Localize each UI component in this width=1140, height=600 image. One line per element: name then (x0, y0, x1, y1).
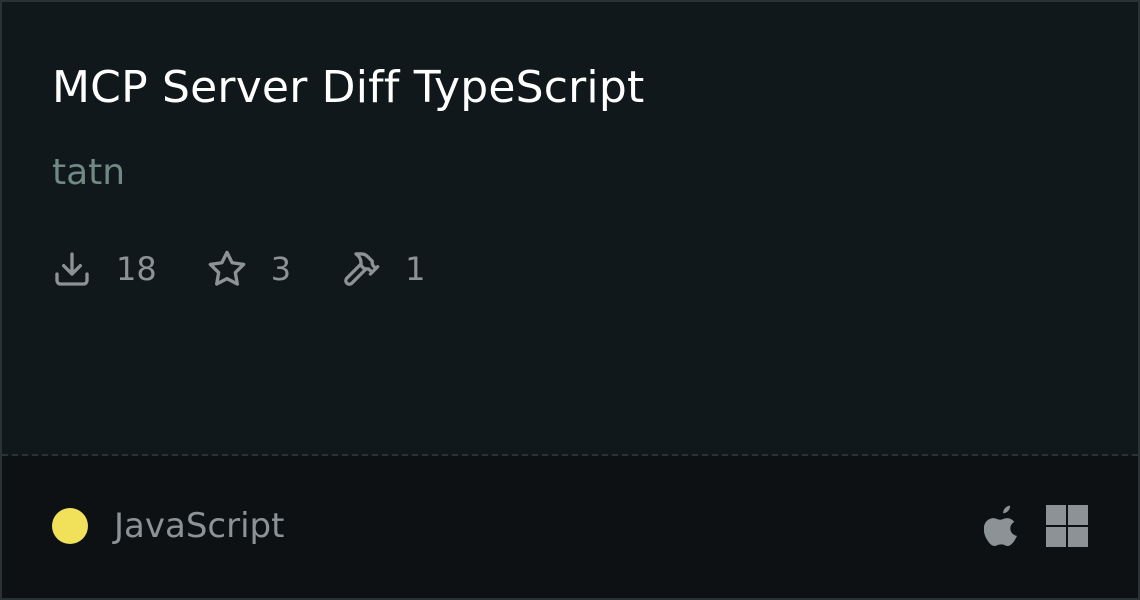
language-indicator: JavaScript (52, 504, 284, 548)
tools-stat: 1 (341, 246, 425, 292)
windows-icon (1046, 505, 1088, 547)
language-color-dot (52, 508, 88, 544)
server-card[interactable]: MCP Server Diff TypeScript tatn 18 3 1 J… (0, 0, 1140, 600)
stars-count: 3 (270, 250, 292, 288)
downloads-stat: 18 (52, 246, 157, 292)
card-footer: JavaScript (2, 456, 1138, 598)
hammer-icon (341, 249, 381, 289)
platform-icons (984, 504, 1088, 548)
downloads-count: 18 (116, 250, 157, 288)
tools-count: 1 (405, 250, 426, 288)
star-icon (207, 249, 247, 289)
author-link[interactable]: tatn (52, 150, 125, 196)
apple-icon (984, 504, 1022, 548)
download-icon (52, 249, 92, 289)
card-title[interactable]: MCP Server Diff TypeScript (52, 60, 644, 116)
language-name: JavaScript (114, 506, 285, 546)
stats-row: 18 3 1 (52, 246, 425, 292)
card-body: MCP Server Diff TypeScript tatn 18 3 1 (2, 2, 1138, 454)
stars-stat: 3 (207, 246, 291, 292)
